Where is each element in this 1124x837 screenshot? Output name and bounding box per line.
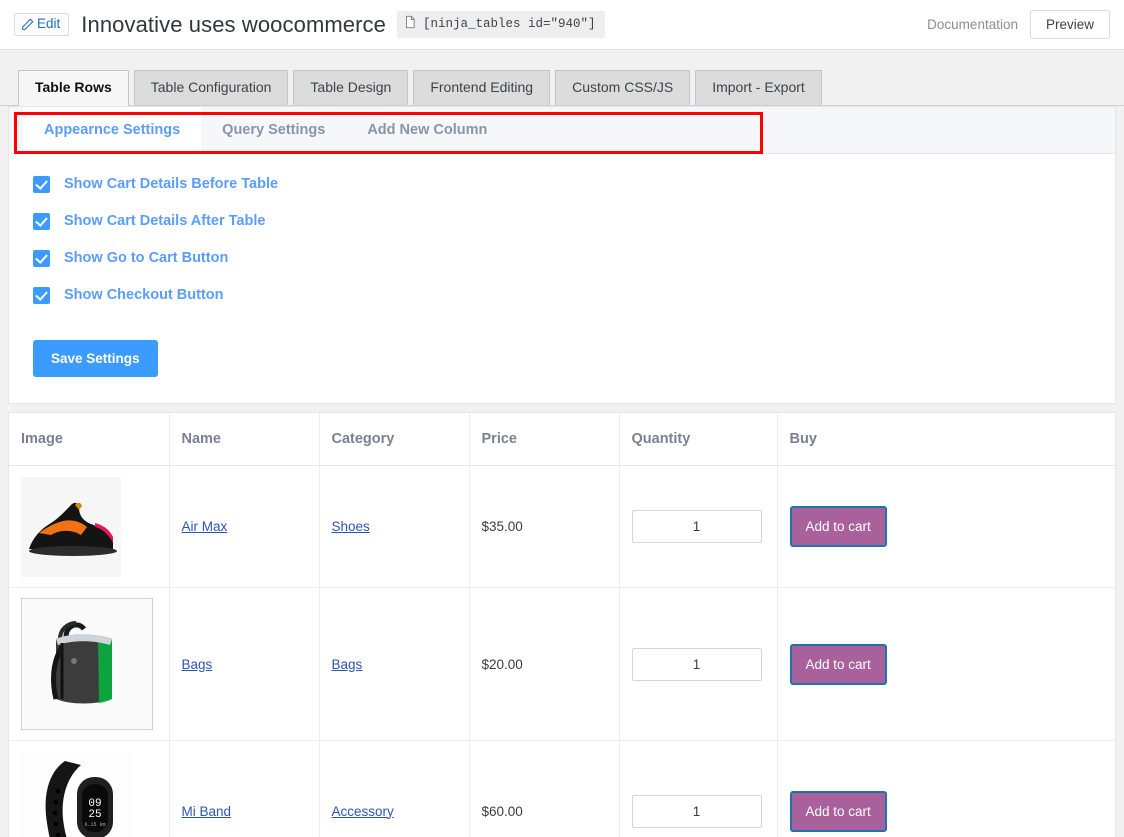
column-header-image[interactable]: Image bbox=[9, 413, 170, 466]
column-header-buy[interactable]: Buy bbox=[777, 413, 1115, 466]
product-table-body: Air Max Shoes $35.00 Add to cart bbox=[9, 465, 1115, 837]
main-tab-list: Table Rows Table Configuration Table Des… bbox=[0, 70, 1124, 106]
shortcode-badge[interactable]: [ninja_tables id="940"] bbox=[397, 11, 605, 38]
sub-tab-list: Appearnce Settings Query Settings Add Ne… bbox=[9, 107, 1115, 154]
add-to-cart-button[interactable]: Add to cart bbox=[789, 506, 887, 547]
cell-buy: Add to cart bbox=[777, 740, 1115, 837]
option-label: Show Checkout Button bbox=[64, 287, 224, 304]
product-name-link[interactable]: Air Max bbox=[182, 519, 228, 534]
option-show-cart-details-before-table[interactable]: Show Cart Details Before Table bbox=[33, 176, 1115, 193]
svg-text:6.15 km: 6.15 km bbox=[84, 822, 105, 828]
cell-name: Mi Band bbox=[169, 740, 320, 837]
cell-price: $20.00 bbox=[469, 587, 620, 741]
subtab-appearance-settings[interactable]: Appearnce Settings bbox=[23, 107, 202, 154]
tab-table-rows[interactable]: Table Rows bbox=[18, 70, 129, 106]
product-image-mi-band[interactable]: 09 25 6.15 km bbox=[21, 751, 131, 837]
column-header-name[interactable]: Name bbox=[169, 413, 320, 466]
checkbox-checked-icon[interactable] bbox=[33, 176, 50, 193]
option-show-cart-details-after-table[interactable]: Show Cart Details After Table bbox=[33, 213, 1115, 230]
column-header-price[interactable]: Price bbox=[469, 413, 620, 466]
page-title: Innovative uses woocommerce bbox=[81, 11, 386, 37]
product-category-link[interactable]: Shoes bbox=[332, 519, 370, 534]
documentation-link[interactable]: Documentation bbox=[927, 17, 1018, 32]
column-header-quantity[interactable]: Quantity bbox=[619, 413, 778, 466]
cell-quantity bbox=[619, 587, 778, 741]
save-settings-area: Save Settings bbox=[9, 336, 1115, 403]
svg-text:25: 25 bbox=[88, 809, 101, 821]
cell-price: $35.00 bbox=[469, 465, 620, 588]
add-to-cart-button[interactable]: Add to cart bbox=[789, 643, 887, 685]
checkbox-checked-icon[interactable] bbox=[33, 250, 50, 267]
product-image-air-max[interactable] bbox=[21, 476, 121, 577]
tab-table-design[interactable]: Table Design bbox=[293, 70, 409, 105]
cell-category: Shoes bbox=[319, 465, 470, 588]
cell-price: $60.00 bbox=[469, 740, 620, 837]
product-category-link[interactable]: Accessory bbox=[332, 804, 394, 819]
shortcode-text: [ninja_tables id="940"] bbox=[423, 17, 596, 31]
edit-button[interactable]: Edit bbox=[14, 13, 70, 36]
preview-button[interactable]: Preview bbox=[1029, 10, 1110, 39]
cell-buy: Add to cart bbox=[777, 587, 1115, 741]
option-show-checkout-button[interactable]: Show Checkout Button bbox=[33, 287, 1115, 304]
table-row: Air Max Shoes $35.00 Add to cart bbox=[9, 465, 1115, 588]
cell-category: Bags bbox=[319, 587, 470, 741]
tab-custom-css-js[interactable]: Custom CSS/JS bbox=[555, 70, 691, 105]
document-copy-icon bbox=[404, 15, 417, 33]
option-label: Show Cart Details Before Table bbox=[64, 176, 279, 193]
option-label: Show Cart Details After Table bbox=[64, 213, 266, 230]
subtab-query-settings[interactable]: Query Settings bbox=[201, 107, 346, 153]
subtab-add-new-column[interactable]: Add New Column bbox=[346, 107, 508, 153]
tab-import-export[interactable]: Import - Export bbox=[695, 70, 822, 105]
cell-buy: Add to cart bbox=[777, 465, 1115, 588]
cell-quantity bbox=[619, 740, 778, 837]
product-name-link[interactable]: Bags bbox=[182, 657, 213, 672]
appearance-settings-panel: Appearnce Settings Query Settings Add Ne… bbox=[8, 106, 1116, 404]
save-settings-button[interactable]: Save Settings bbox=[33, 340, 158, 377]
table-row: 09 25 6.15 km Mi Band Accessory $60.00 1… bbox=[9, 740, 1115, 837]
checkbox-checked-icon[interactable] bbox=[33, 213, 50, 230]
product-category-link[interactable]: Bags bbox=[332, 657, 363, 672]
product-image-bags[interactable] bbox=[21, 598, 153, 730]
tab-frontend-editing[interactable]: Frontend Editing bbox=[413, 70, 551, 105]
product-name-link[interactable]: Mi Band bbox=[182, 804, 232, 819]
pencil-icon bbox=[21, 17, 34, 31]
column-header-category[interactable]: Category bbox=[319, 413, 470, 466]
option-show-go-to-cart-button[interactable]: Show Go to Cart Button bbox=[33, 250, 1115, 267]
settings-options-list: Show Cart Details Before Table Show Cart… bbox=[9, 154, 1115, 336]
cell-quantity bbox=[619, 465, 778, 588]
cell-name: Bags bbox=[169, 587, 320, 741]
cell-category: Accessory bbox=[319, 740, 470, 837]
product-table-head: Image Name Category Price Quantity Buy bbox=[9, 413, 1115, 466]
edit-button-label: Edit bbox=[37, 16, 61, 32]
product-table-container: Image Name Category Price Quantity Buy A… bbox=[8, 412, 1116, 837]
quantity-input[interactable] bbox=[631, 647, 762, 681]
tab-table-configuration[interactable]: Table Configuration bbox=[133, 70, 289, 105]
product-table: Image Name Category Price Quantity Buy A… bbox=[9, 413, 1115, 837]
table-row: Bags Bags $20.00 Add to cart bbox=[9, 587, 1115, 741]
cell-image: 09 25 6.15 km bbox=[9, 740, 170, 837]
main-tab-bar: Table Rows Table Configuration Table Des… bbox=[0, 50, 1124, 154]
cell-image bbox=[9, 465, 170, 588]
cell-name: Air Max bbox=[169, 465, 320, 588]
checkbox-checked-icon[interactable] bbox=[33, 287, 50, 304]
add-to-cart-button[interactable]: Add to cart bbox=[789, 790, 887, 832]
table-header-row: Image Name Category Price Quantity Buy bbox=[9, 413, 1115, 466]
quantity-input[interactable] bbox=[631, 510, 762, 543]
cell-image bbox=[9, 587, 170, 741]
option-label: Show Go to Cart Button bbox=[64, 250, 229, 267]
admin-top-bar: Edit Innovative uses woocommerce [ninja_… bbox=[0, 0, 1124, 50]
quantity-input[interactable] bbox=[631, 794, 762, 828]
